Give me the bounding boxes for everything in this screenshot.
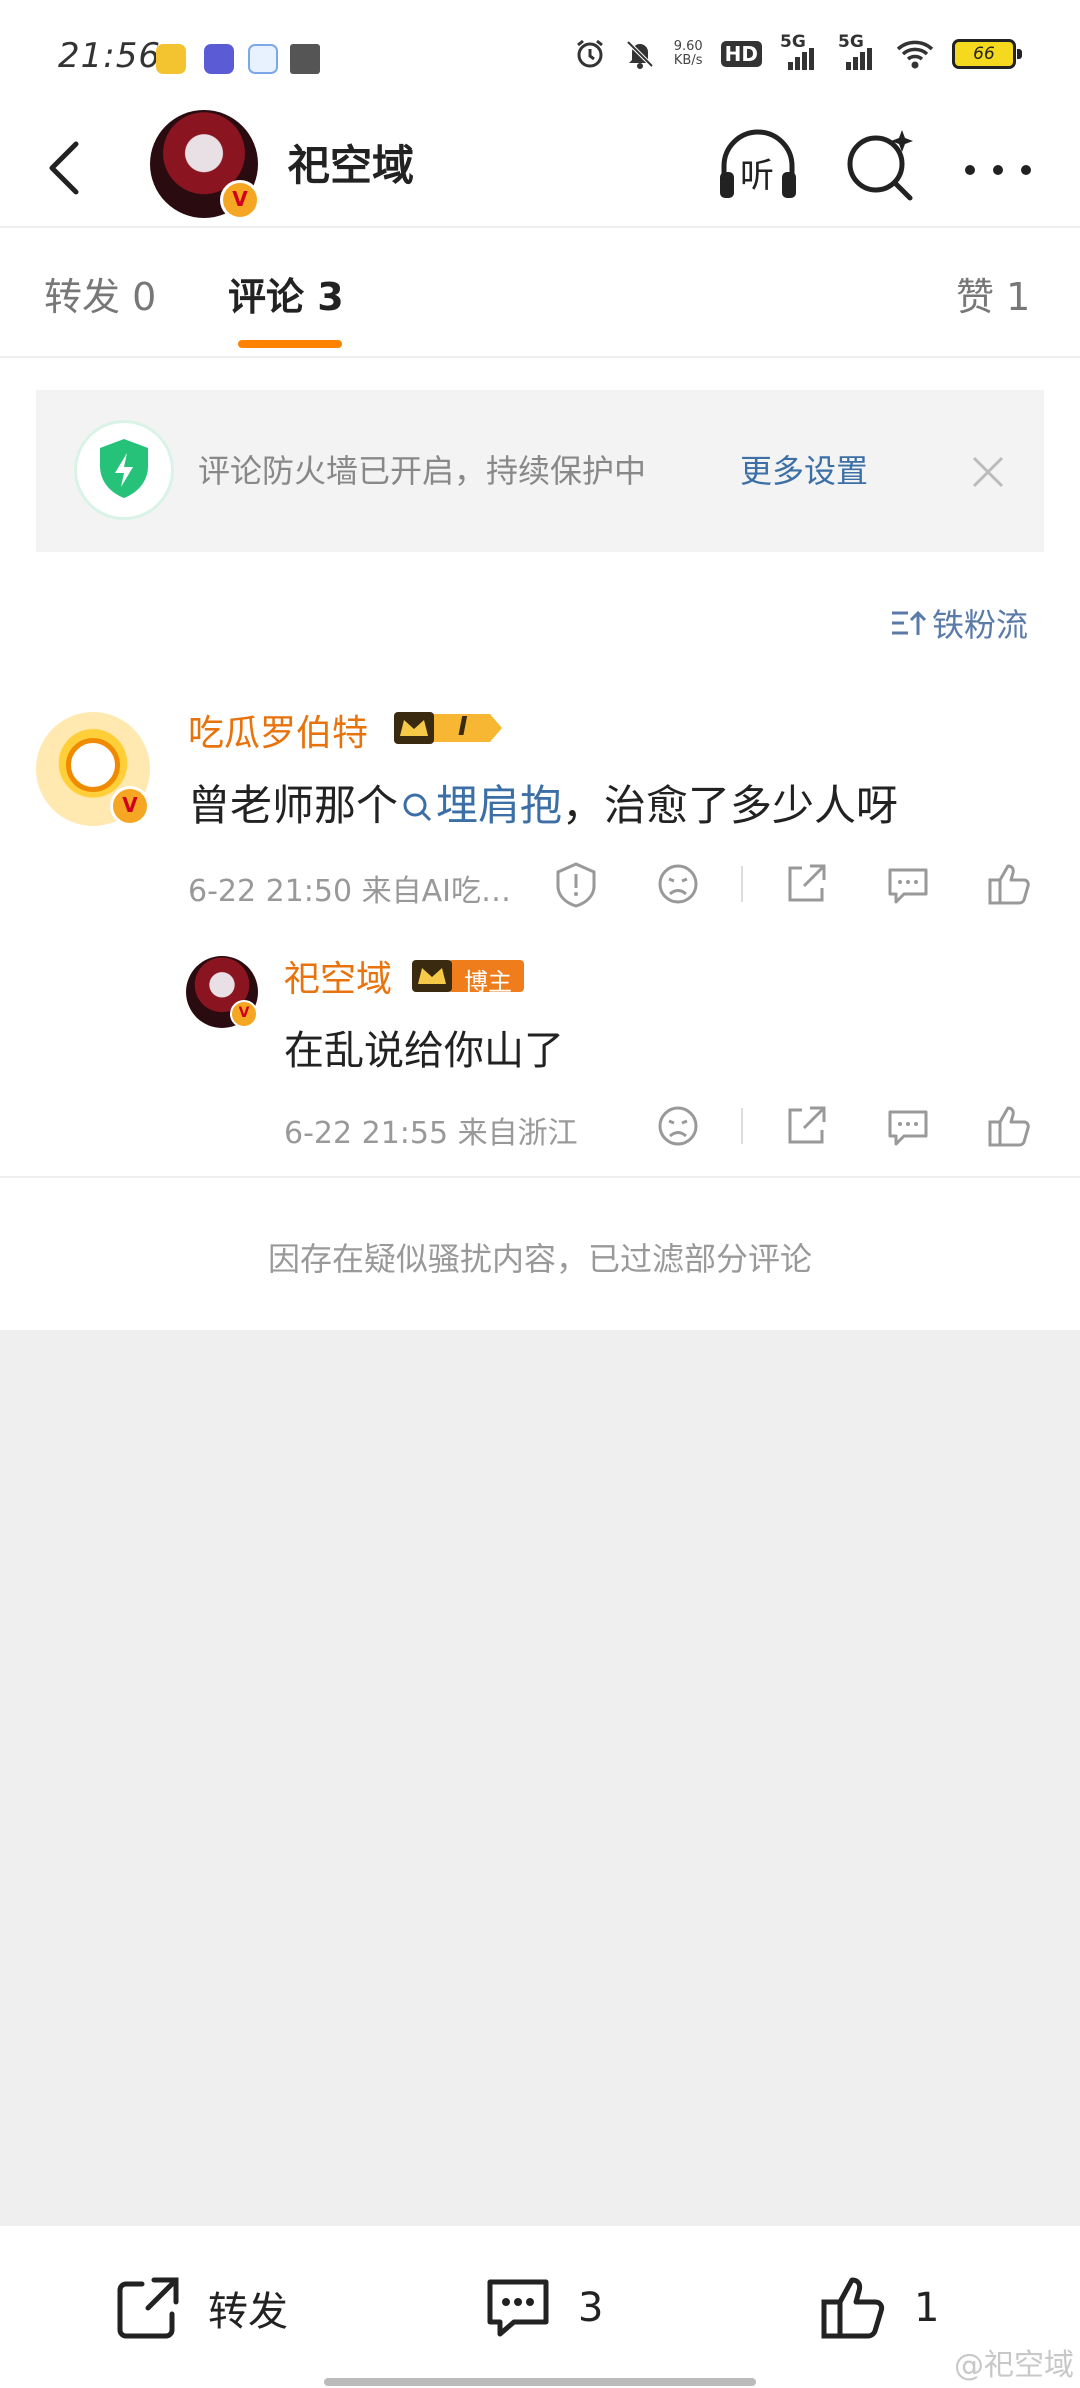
- comment-button[interactable]: 3: [480, 2270, 603, 2346]
- verified-badge-icon: V: [230, 1000, 258, 1028]
- like-icon: [821, 2277, 885, 2339]
- weibo-watermark: @祀空域: [954, 2348, 1074, 2383]
- gallery-app-icon: [290, 44, 320, 74]
- header: V 祀空域 听: [0, 110, 1080, 228]
- dislike-icon[interactable]: [652, 1100, 704, 1152]
- verified-badge-icon: V: [110, 786, 150, 826]
- divider: [0, 1176, 1080, 1178]
- author-avatar[interactable]: V: [150, 110, 260, 220]
- banner-text: 评论防火墙已开启，持续保护中: [198, 452, 647, 490]
- more-settings-link[interactable]: 更多设置: [740, 446, 868, 492]
- battery-indicator: 66: [952, 39, 1022, 69]
- signal-1-label: 5G: [780, 32, 806, 52]
- comment-text: 曾老师那个 埋肩抱，治愈了多少人呀: [188, 772, 898, 833]
- dislike-icon[interactable]: [652, 858, 704, 910]
- avatar-character: [66, 738, 120, 792]
- comment-count: 3: [578, 2285, 604, 2331]
- author-badge-label: 博主: [464, 968, 512, 996]
- reply-meta: 6-22 21:55 来自浙江: [284, 1116, 578, 1151]
- listen-label: 听: [740, 156, 774, 196]
- close-icon[interactable]: [966, 450, 1010, 494]
- commenter-avatar[interactable]: V: [36, 712, 150, 826]
- verified-badge-icon: V: [220, 180, 260, 220]
- search-icon: [403, 793, 432, 822]
- wifi-icon: [896, 40, 934, 69]
- back-icon[interactable]: [36, 132, 96, 204]
- like-count: 1: [914, 2285, 940, 2331]
- tab-comments[interactable]: 评论 3: [228, 266, 344, 321]
- comment-text-after: ，治愈了多少人呀: [562, 781, 899, 830]
- author-name[interactable]: 祀空域: [288, 132, 414, 193]
- tab-likes[interactable]: 赞 1: [956, 266, 1030, 321]
- comment-firewall-banner: 评论防火墙已开启，持续保护中 更多设置: [36, 390, 1044, 552]
- reply-avatar[interactable]: V: [186, 956, 258, 1028]
- bottom-action-bar: 转发 3 1: [0, 2224, 1080, 2388]
- shield-icon: [74, 420, 174, 520]
- status-icons: 9.60 KB/s HD 5G 5G 66: [574, 32, 1022, 70]
- action-divider: [741, 866, 743, 902]
- empty-area: [0, 1330, 1080, 2224]
- tab-indicator: [238, 340, 342, 348]
- status-bar: 21:56 9.60 KB/s HD 5G 5G 66: [0, 0, 1080, 110]
- alarm-icon: [576, 39, 603, 68]
- vip-crown-badge-icon: [394, 712, 502, 744]
- mute-icon: [626, 40, 654, 69]
- repost-icon: [117, 2277, 179, 2339]
- share-icon[interactable]: [780, 858, 832, 910]
- sort-button[interactable]: 铁粉流: [890, 600, 1028, 646]
- reply-text: 在乱说给你山了: [284, 1028, 564, 1074]
- comment-meta: 6-22 21:50 来自AI吃…: [188, 874, 511, 909]
- filter-note: 因存在疑似骚扰内容，已过滤部分评论: [267, 1240, 812, 1278]
- commenter-name[interactable]: 吃瓜罗伯特: [188, 704, 368, 756]
- topic-link[interactable]: 埋肩抱: [398, 781, 562, 830]
- status-time: 21:56: [58, 36, 161, 76]
- signal-2-label: 5G: [838, 32, 864, 52]
- share-icon[interactable]: [780, 1100, 832, 1152]
- topic-label: 埋肩抱: [436, 781, 563, 830]
- like-icon[interactable]: [984, 858, 1036, 910]
- more-icon[interactable]: [954, 122, 1042, 210]
- like-button[interactable]: 1: [816, 2270, 939, 2346]
- signal-1-icon: 5G: [780, 32, 820, 70]
- repost-button[interactable]: 转发: [110, 2270, 288, 2346]
- listen-button[interactable]: 听: [714, 122, 802, 210]
- tab-repost[interactable]: 转发 0: [44, 266, 156, 321]
- sort-icon: [892, 610, 926, 635]
- repost-label: 转发: [208, 2289, 288, 2335]
- weibo-app-icon: [156, 44, 186, 74]
- hd-badge: HD: [720, 41, 762, 67]
- signal-2-icon: 5G: [838, 32, 878, 70]
- comment-icon: [487, 2279, 549, 2337]
- report-icon[interactable]: [550, 858, 602, 910]
- action-divider: [741, 1108, 743, 1144]
- ai-search-icon[interactable]: [836, 122, 924, 210]
- sort-label: 铁粉流: [932, 606, 1029, 644]
- net-speed-unit: KB/s: [673, 53, 703, 68]
- tab-bar: 转发 0 评论 3 赞 1: [0, 228, 1080, 358]
- reply-icon[interactable]: [882, 858, 934, 910]
- net-speed-value: 9.60: [673, 39, 703, 54]
- like-icon[interactable]: [984, 1100, 1036, 1152]
- comment-text-before: 曾老师那个: [188, 781, 399, 830]
- reply-author-name[interactable]: 祀空域: [284, 950, 392, 1002]
- home-indicator[interactable]: [324, 2378, 756, 2386]
- vip-level: I: [458, 712, 468, 742]
- tieba-app-icon: [204, 44, 234, 74]
- reply-icon[interactable]: [882, 1100, 934, 1152]
- net-speed: 9.60 KB/s: [674, 40, 703, 68]
- cloud-app-icon: [248, 44, 278, 74]
